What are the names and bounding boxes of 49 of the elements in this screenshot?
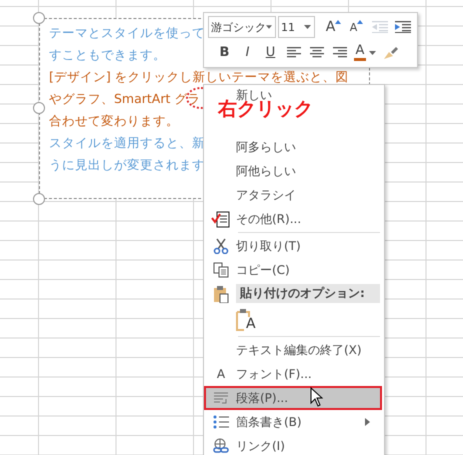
scissors-icon xyxy=(213,238,229,254)
menu-item[interactable]: アタラシイ xyxy=(204,183,382,207)
up-triangle-icon xyxy=(335,19,342,24)
resize-handle[interactable] xyxy=(33,12,45,24)
clipboard-icon xyxy=(213,284,229,302)
bold-button[interactable]: B xyxy=(214,42,235,64)
link-icon xyxy=(212,438,230,454)
align-center-icon xyxy=(310,47,324,58)
resize-handle[interactable] xyxy=(33,102,45,114)
menu-item[interactable]: コピー(C) xyxy=(204,258,382,282)
text-line: うに見出しが変更されます xyxy=(49,156,205,174)
underline-button[interactable]: U xyxy=(260,42,281,64)
text-line: スタイルを適用すると、新 xyxy=(49,134,205,152)
caret-icon xyxy=(369,50,376,55)
menu-item[interactable]: 阿多らしい xyxy=(204,135,382,159)
menu-item[interactable]: 箇条書き(B) xyxy=(204,410,382,434)
bullet-list-icon xyxy=(213,415,229,429)
menu-item[interactable]: その他(R)... xyxy=(204,207,382,231)
menu-item[interactable]: 段落(P)... xyxy=(204,386,382,410)
caret-icon xyxy=(266,25,272,30)
font-icon: A xyxy=(216,367,226,381)
up-triangle-icon xyxy=(357,19,364,24)
italic-button[interactable]: I xyxy=(237,42,258,64)
text-line: やグラフ、SmartArt グラ xyxy=(49,90,200,108)
menu-section-heading: 貼り付けのオプション: xyxy=(240,285,365,302)
text-line: 合わせて変わります。 xyxy=(49,112,179,130)
menu-item[interactable]: 切り取り(T) xyxy=(204,234,382,258)
mouse-pointer-icon xyxy=(310,387,323,407)
caret-icon xyxy=(304,25,311,30)
resize-handle[interactable] xyxy=(33,193,45,205)
font-color-button[interactable]: A xyxy=(352,42,378,64)
align-left-icon xyxy=(286,47,300,58)
paragraph-icon xyxy=(213,392,229,404)
text-line: すこともできます。 xyxy=(49,46,166,64)
menu-item[interactable]: テキスト編集の終了(X) xyxy=(204,338,382,362)
checklist-icon xyxy=(211,210,231,228)
copy-icon xyxy=(213,262,229,278)
menu-item[interactable]: 阿他らしい xyxy=(204,159,382,183)
text-line: テーマとスタイルを使って xyxy=(49,24,205,42)
font-select[interactable]: 游ゴシック xyxy=(208,16,276,38)
menu-item[interactable]: A フォント(F)... xyxy=(204,362,382,386)
shrink-font-button[interactable]: A xyxy=(346,16,367,38)
paste-option-button[interactable]: A xyxy=(236,307,260,333)
grow-font-button[interactable]: A xyxy=(323,16,344,38)
align-right-icon xyxy=(332,47,346,58)
text-line: [デザイン] をクリックし新しいテーマを選ぶと、図 xyxy=(49,68,349,86)
paintbrush-icon xyxy=(382,46,398,60)
menu-item[interactable]: リンク(I) xyxy=(204,434,382,455)
font-size-select[interactable]: 11 xyxy=(278,16,315,38)
